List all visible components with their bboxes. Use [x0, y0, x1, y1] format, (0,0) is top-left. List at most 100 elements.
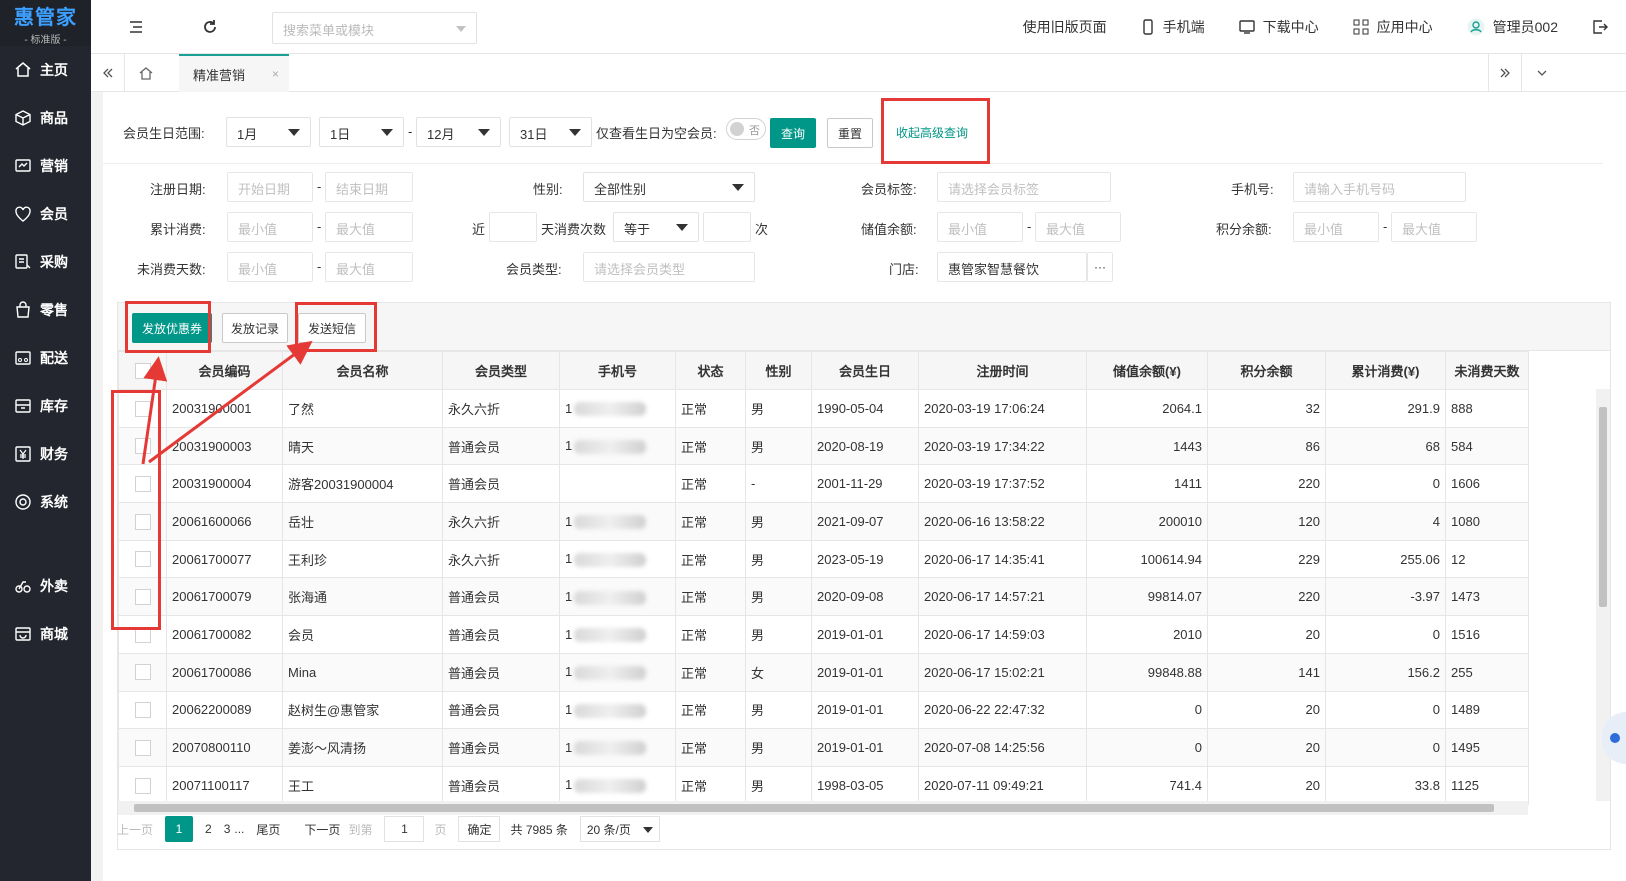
table-row[interactable]: 20031900001 了然 永久六折 1 正常 男 1990-05-04 2020-03-1… — [118, 389, 1529, 428]
mobile-link[interactable]: 手机端 — [1141, 17, 1205, 37]
table-row[interactable]: 20070800110 姜澎～风清扬 普通会员 1 正常 男 2019-01-01 2020-… — [118, 728, 1529, 767]
close-icon[interactable]: × — [272, 67, 279, 81]
page-3-link[interactable]: 3 — [224, 822, 231, 836]
select-all-checkbox[interactable] — [134, 362, 151, 379]
to-month-select[interactable]: 12月 — [416, 117, 501, 147]
column-header[interactable]: 注册时间 — [918, 351, 1087, 390]
to-day-select[interactable]: 31日 — [509, 117, 592, 147]
column-header[interactable]: 累计消费(¥) — [1325, 351, 1446, 390]
sidebar-item-finance[interactable]: 财务 — [0, 430, 91, 478]
row-checkbox[interactable] — [134, 438, 151, 455]
page-1-link[interactable]: 1 — [165, 816, 194, 842]
collapse-advanced-link[interactable]: 收起高级查询 — [896, 124, 968, 141]
column-header[interactable]: 会员名称 — [282, 351, 443, 390]
sidebar-item-marketing[interactable]: 营销 — [0, 142, 91, 190]
goto-page-input[interactable]: 1 — [384, 816, 425, 842]
sidebar-item-box[interactable]: 商品 — [0, 94, 91, 142]
last-page-link[interactable]: 尾页 — [256, 821, 280, 838]
logout-icon[interactable] — [1592, 19, 1608, 35]
times-input[interactable] — [703, 212, 751, 242]
column-header[interactable]: 积分余额 — [1207, 351, 1326, 390]
query-button[interactable]: 查询 — [770, 118, 816, 148]
menu-toggle-icon[interactable] — [127, 18, 145, 36]
compare-operator-select[interactable]: 等于 — [613, 212, 699, 242]
row-checkbox[interactable] — [134, 476, 151, 492]
sidebar-item-retail[interactable]: 零售 — [0, 286, 91, 334]
store-select[interactable]: 惠管家智慧餐饮 — [937, 252, 1087, 282]
goto-confirm-button[interactable]: 确定 — [458, 816, 501, 842]
table-row[interactable]: 20031900004 游客20031900004 普通会员 正常 - 2001-11-2… — [118, 464, 1529, 504]
table-row[interactable]: 20061700082 会员 普通会员 1 正常 男 2019-01-01 2020-06-1… — [118, 615, 1529, 654]
balance-max-input[interactable]: 最大值 — [1035, 212, 1121, 242]
inactive-max-input[interactable]: 最大值 — [325, 252, 413, 282]
points-min-input[interactable]: 最小值 — [1293, 212, 1379, 242]
row-checkbox[interactable] — [134, 400, 151, 417]
gender-select[interactable]: 全部性别 — [583, 172, 755, 202]
row-checkbox[interactable] — [134, 702, 151, 719]
from-day-select[interactable]: 1日 — [319, 117, 404, 147]
page-size-select[interactable]: 20 条/页 — [579, 816, 660, 842]
spend-min-input[interactable]: 最小值 — [227, 212, 313, 242]
points-max-input[interactable]: 最大值 — [1391, 212, 1477, 242]
column-header[interactable]: 状态 — [675, 351, 746, 390]
row-checkbox[interactable] — [134, 777, 151, 794]
table-row[interactable]: 20061700079 张海通 普通会员 1 正常 男 2020-09-08 2020-06-… — [118, 577, 1529, 617]
phone-input[interactable]: 请输入手机号码 — [1293, 172, 1466, 202]
sidebar-item-member[interactable]: 会员 — [0, 190, 91, 238]
row-checkbox[interactable] — [134, 551, 151, 568]
member-tag-select[interactable]: 请选择会员标签 — [937, 172, 1111, 202]
tab-options-button[interactable] — [1525, 54, 1559, 92]
user-menu[interactable]: 管理员002 — [1467, 17, 1558, 37]
row-checkbox[interactable] — [134, 626, 151, 643]
column-header[interactable]: 储值余额(¥) — [1086, 351, 1208, 390]
page-2-link[interactable]: 2 — [205, 822, 212, 836]
sidebar-item-home[interactable]: 主页 — [0, 46, 91, 94]
column-header[interactable]: 会员类型 — [442, 351, 560, 390]
scrollbar-thumb[interactable] — [1599, 407, 1607, 607]
row-checkbox[interactable] — [134, 513, 151, 530]
sidebar-item-system[interactable]: 系统 — [0, 478, 91, 526]
tab-home[interactable] — [129, 54, 163, 92]
column-header[interactable]: 性别 — [745, 351, 812, 390]
old-page-link[interactable]: 使用旧版页面 — [1023, 17, 1107, 37]
horizontal-scrollbar[interactable] — [118, 801, 1528, 815]
empty-birthday-toggle[interactable]: 否 — [726, 118, 766, 140]
issue-coupon-button[interactable]: 发放优惠券 — [132, 313, 212, 343]
column-header[interactable]: 会员编码 — [166, 351, 283, 390]
row-checkbox[interactable] — [134, 589, 151, 606]
spend-max-input[interactable]: 最大值 — [325, 212, 413, 242]
sidebar-item-takeout[interactable]: 外卖 — [0, 562, 91, 610]
sidebar-item-inventory[interactable]: 库存 — [0, 382, 91, 430]
table-row[interactable]: 20071100117 王工 普通会员 1 正常 男 1998-03-05 2020-07-1… — [118, 765, 1529, 805]
tab-precision-marketing[interactable]: 精准营销 × — [179, 54, 289, 92]
app-center-link[interactable]: 应用中心 — [1353, 17, 1433, 37]
sidebar-item-mall[interactable]: 商城 — [0, 610, 91, 658]
row-checkbox[interactable] — [134, 664, 151, 681]
scroll-tabs-left-button[interactable] — [91, 54, 125, 92]
member-type-select[interactable]: 请选择会员类型 — [583, 252, 755, 282]
column-header[interactable]: 未消费天数 — [1445, 351, 1529, 390]
inactive-min-input[interactable]: 最小值 — [227, 252, 313, 282]
balance-min-input[interactable]: 最小值 — [937, 212, 1023, 242]
row-checkbox[interactable] — [134, 739, 151, 756]
next-page-link[interactable]: 下一页 — [304, 821, 340, 838]
reset-button[interactable]: 重置 — [827, 118, 873, 148]
scrollbar-thumb[interactable] — [134, 804, 1494, 812]
table-row[interactable]: 20061600066 岳壮 永久六折 1 正常 男 2021-09-07 2020-06-1… — [118, 502, 1529, 541]
refresh-icon[interactable] — [201, 18, 219, 36]
table-row[interactable]: 20062200089 赵树生@惠管家 普通会员 1 正常男 2019-01-01 2020… — [118, 690, 1529, 730]
reg-end-date-input[interactable]: 结束日期 — [325, 172, 413, 202]
from-month-select[interactable]: 1月 — [226, 117, 311, 147]
prev-page-link[interactable]: 上一页 — [117, 821, 153, 838]
recent-days-input[interactable] — [489, 212, 537, 242]
download-center-link[interactable]: 下载中心 — [1238, 17, 1319, 37]
table-row[interactable]: 20031900003 晴天 普通会员 1 正常 男 2020-08-19 2020-03-1… — [118, 426, 1529, 466]
table-row[interactable]: 20061700077 王利珍 永久六折 1 正常 男 2023-05-19 2020-06-… — [118, 539, 1529, 579]
table-row[interactable]: 20061700086 Mina 普通会员 1 正常 女 2019-01-01 2020-06… — [118, 652, 1529, 692]
reg-start-date-input[interactable]: 开始日期 — [227, 172, 313, 202]
scroll-tabs-right-button[interactable] — [1488, 54, 1522, 92]
sidebar-item-purchase[interactable]: 采购 — [0, 238, 91, 286]
column-header[interactable]: 手机号 — [559, 351, 676, 390]
send-sms-button[interactable]: 发送短信 — [298, 313, 366, 343]
store-more-button[interactable]: ··· — [1087, 252, 1113, 282]
